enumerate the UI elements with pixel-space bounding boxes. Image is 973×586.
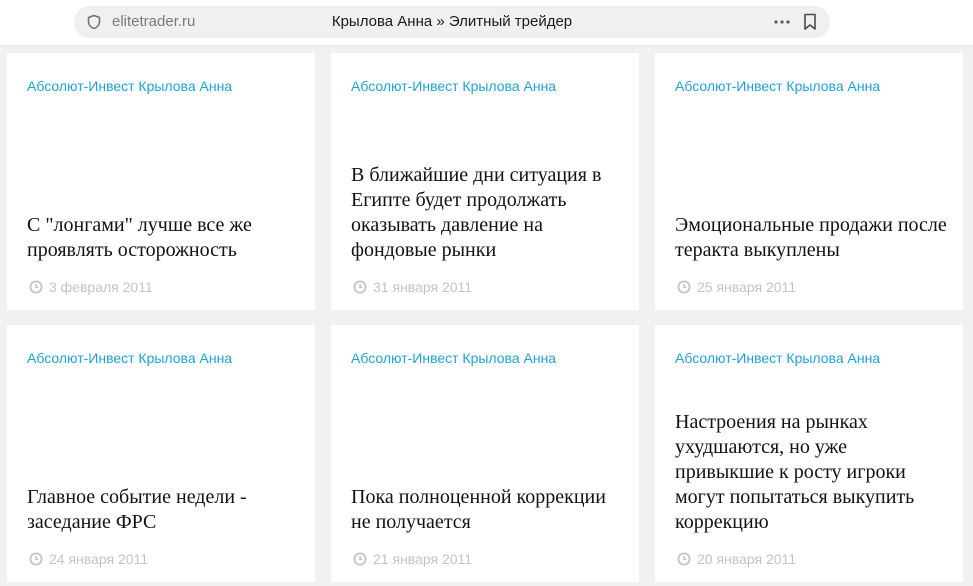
- article-source-link[interactable]: Абсолют-Инвест Крылова Анна: [675, 77, 880, 95]
- article-date-text: 24 января 2011: [49, 551, 149, 567]
- article-date: 21 января 2011: [353, 551, 472, 567]
- article-card[interactable]: Абсолют-Инвест Крылова Анна В ближайшие …: [331, 53, 639, 310]
- address-bar[interactable]: elitetrader.ru Крылова Анна » Элитный тр…: [74, 6, 830, 38]
- article-title-link[interactable]: Пока полноценной коррекции не получается: [351, 485, 625, 535]
- article-title-link[interactable]: Эмоциональные продажи после теракта выку…: [675, 213, 949, 263]
- article-source-link[interactable]: Абсолют-Инвест Крылова Анна: [27, 77, 232, 95]
- article-date: 3 февраля 2011: [29, 279, 153, 295]
- article-date: 20 января 2011: [677, 551, 796, 567]
- article-card[interactable]: Абсолют-Инвест Крылова Анна С "лонгами" …: [7, 53, 315, 310]
- article-title-link[interactable]: В ближайшие дни ситуация в Египте будет …: [351, 163, 625, 263]
- clock-icon: [29, 280, 43, 294]
- article-card[interactable]: Абсолют-Инвест Крылова Анна Главное собы…: [7, 325, 315, 582]
- clock-icon: [353, 280, 367, 294]
- clock-icon: [677, 280, 691, 294]
- article-date: 31 января 2011: [353, 279, 472, 295]
- clock-icon: [677, 552, 691, 566]
- article-card[interactable]: Абсолют-Инвест Крылова Анна Пока полноце…: [331, 325, 639, 582]
- article-source-link[interactable]: Абсолют-Инвест Крылова Анна: [351, 77, 556, 95]
- clock-icon: [29, 552, 43, 566]
- article-date-text: 31 января 2011: [373, 279, 473, 295]
- article-date-text: 21 января 2011: [373, 551, 473, 567]
- article-date-text: 25 января 2011: [697, 279, 797, 295]
- article-source-link[interactable]: Абсолют-Инвест Крылова Анна: [27, 349, 232, 367]
- article-title-link[interactable]: Настроения на рынках ухудшаются, но уже …: [675, 410, 949, 535]
- article-card[interactable]: Абсолют-Инвест Крылова Анна Настроения н…: [655, 325, 963, 582]
- article-date: 24 января 2011: [29, 551, 148, 567]
- article-title-link[interactable]: Главное событие недели - заседание ФРС: [27, 485, 301, 535]
- article-card[interactable]: Абсолют-Инвест Крылова Анна Эмоциональны…: [655, 53, 963, 310]
- article-date-text: 20 января 2011: [697, 551, 797, 567]
- bookmark-icon[interactable]: [802, 13, 818, 31]
- article-date-text: 3 февраля 2011: [49, 279, 153, 295]
- more-dots-icon[interactable]: [773, 13, 791, 31]
- article-source-link[interactable]: Абсолют-Инвест Крылова Анна: [675, 349, 880, 367]
- browser-top-bar: elitetrader.ru Крылова Анна » Элитный тр…: [0, 0, 973, 46]
- clock-icon: [353, 552, 367, 566]
- articles-grid: Абсолют-Инвест Крылова Анна С "лонгами" …: [7, 53, 973, 582]
- article-title-link[interactable]: С "лонгами" лучше все же проявлять остор…: [27, 213, 301, 263]
- page-title: Крылова Анна » Элитный трейдер: [331, 13, 573, 30]
- article-source-link[interactable]: Абсолют-Инвест Крылова Анна: [351, 349, 556, 367]
- article-date: 25 января 2011: [677, 279, 796, 295]
